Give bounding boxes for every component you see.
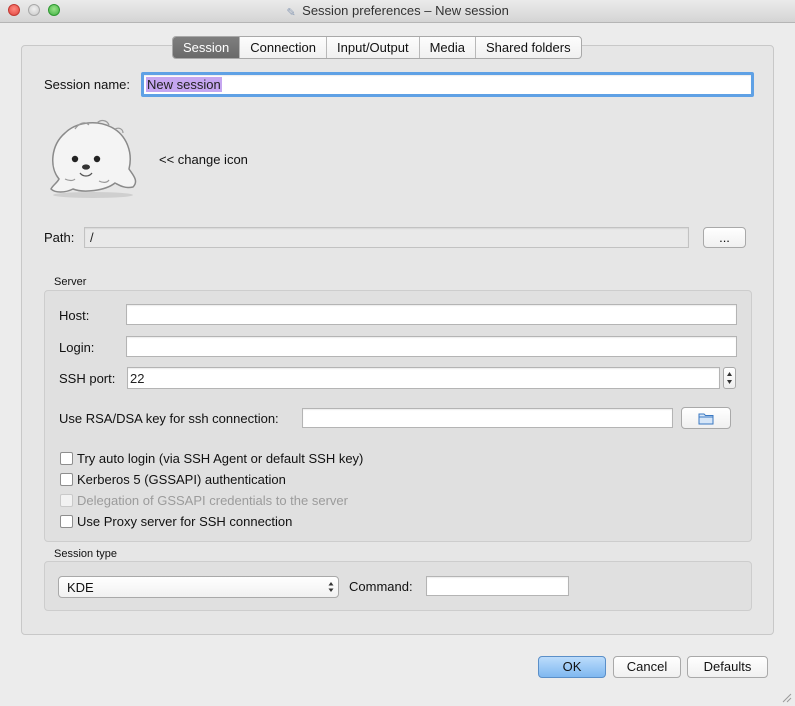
folder-icon [698,413,714,425]
command-field[interactable] [426,576,569,596]
tab-bar: Session Connection Input/Output Media Sh… [172,36,582,59]
ok-button[interactable]: OK [538,656,606,678]
rsa-key-field[interactable] [302,408,673,428]
document-icon: ✎ [286,7,296,19]
ssh-port-stepper[interactable] [723,367,736,389]
seal-icon [50,119,137,198]
session-type-select[interactable]: KDE [58,576,339,598]
session-icon-button[interactable] [45,117,141,199]
stepper-arrows-icon [727,372,732,384]
cancel-button[interactable]: Cancel [613,656,681,678]
ssh-port-label: SSH port: [59,371,116,386]
session-name-label: Session name: [44,77,130,92]
window-title-container: ✎ Session preferences – New session [0,3,795,19]
gssapi-delegation-checkbox [60,494,73,507]
login-field[interactable] [126,336,737,357]
auto-login-checkbox[interactable] [60,452,73,465]
host-label: Host: [59,308,90,323]
session-name-field[interactable]: New session [141,72,754,97]
path-field[interactable]: / [84,227,689,248]
window-title: Session preferences – New session [302,3,509,18]
path-value: / [90,230,94,245]
proxy-label[interactable]: Use Proxy server for SSH connection [77,514,292,529]
session-name-value: New session [146,77,222,92]
login-label: Login: [59,340,95,355]
ssh-port-field[interactable]: 22 [127,367,720,389]
host-field[interactable] [126,304,737,325]
path-label: Path: [44,230,75,245]
kerberos-checkbox[interactable] [60,473,73,486]
defaults-button[interactable]: Defaults [687,656,768,678]
tab-session[interactable]: Session [173,37,241,58]
tab-connection[interactable]: Connection [240,37,328,58]
tab-shared-folders[interactable]: Shared folders [476,37,581,58]
session-type-group-title: Session type [54,548,117,560]
command-label: Command: [349,579,413,594]
tab-input-output[interactable]: Input/Output [327,37,420,58]
auto-login-label[interactable]: Try auto login (via SSH Agent or default… [77,451,363,466]
browse-path-button[interactable]: ... [703,227,746,248]
rsa-key-browse-button[interactable] [681,407,731,429]
resize-grip-icon[interactable] [780,691,792,703]
kerberos-label[interactable]: Kerberos 5 (GSSAPI) authentication [77,472,286,487]
select-arrows-icon [328,582,334,592]
ssh-port-value: 22 [130,371,145,386]
server-group-title: Server [54,276,87,288]
change-icon-label[interactable]: << change icon [159,152,248,167]
tab-media[interactable]: Media [420,37,477,58]
session-type-value: KDE [67,580,94,595]
gssapi-delegation-label: Delegation of GSSAPI credentials to the … [77,493,348,508]
rsa-key-label: Use RSA/DSA key for ssh connection: [59,411,279,426]
proxy-checkbox[interactable] [60,515,73,528]
